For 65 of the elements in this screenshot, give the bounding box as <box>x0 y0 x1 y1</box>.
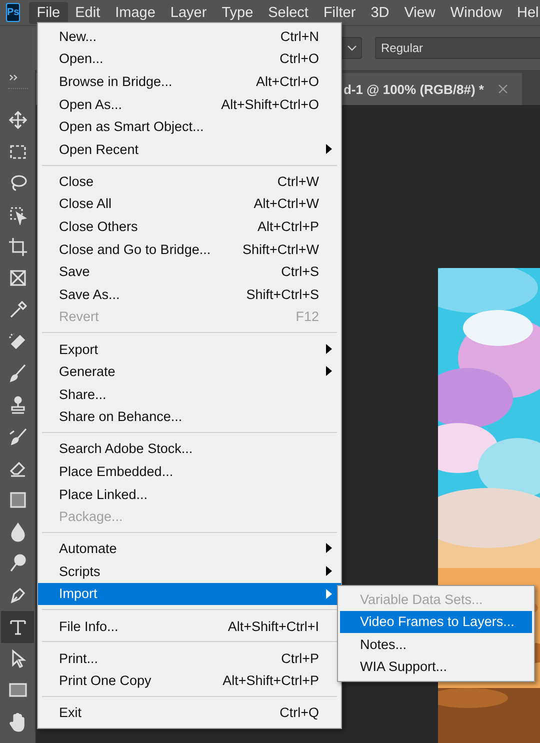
menu-item[interactable]: Save Ctrl+S <box>38 260 341 284</box>
menu-item[interactable]: WIA Support... <box>340 656 532 678</box>
move-icon <box>8 110 28 130</box>
submenu-arrow-icon <box>326 144 332 154</box>
menu-item[interactable]: Place Linked... <box>38 482 341 506</box>
dodge-icon <box>8 553 28 574</box>
gradient-icon <box>8 490 28 510</box>
eyedropper-icon <box>8 300 28 320</box>
menu-bar-item[interactable]: Select <box>260 2 316 24</box>
close-icon[interactable] <box>498 84 508 94</box>
menu-item[interactable]: File Info... Alt+Shift+Ctrl+I <box>38 614 341 638</box>
menu-item[interactable]: Automate <box>38 537 341 560</box>
menu-item[interactable]: Scripts <box>38 560 341 583</box>
menu-bar-item[interactable]: Image <box>108 2 163 24</box>
menu-bar-item[interactable]: Type <box>214 2 261 24</box>
menu-item[interactable]: Generate <box>38 360 341 383</box>
crop-icon <box>8 236 28 257</box>
menu-item[interactable]: Close and Go to Bridge... Shift+Ctrl+W <box>38 238 341 260</box>
submenu-arrow-icon <box>326 566 332 576</box>
menu-item[interactable]: Export <box>38 338 341 360</box>
menu-bar-item[interactable]: Hel <box>509 2 540 24</box>
app-logo[interactable]: Ps <box>6 3 20 22</box>
font-style-dropdown[interactable]: Regular <box>375 37 540 59</box>
menu-item[interactable]: Open... Ctrl+O <box>38 48 341 70</box>
menu-item[interactable]: Share... <box>38 382 341 406</box>
object-selection-icon <box>8 204 28 225</box>
submenu-arrow-icon <box>326 344 332 354</box>
menu-bar-item[interactable]: Edit <box>68 2 108 24</box>
collapse-icon[interactable] <box>9 74 18 81</box>
history-brush-icon <box>8 426 28 447</box>
dropdown-button[interactable] <box>342 37 362 59</box>
menu-item[interactable]: Video Frames to Layers... <box>340 610 532 633</box>
menu-item[interactable]: Import <box>38 582 341 606</box>
menu-bar-item[interactable]: Window <box>442 2 510 24</box>
menu-bar-item[interactable]: 3D <box>363 2 397 24</box>
menu-item[interactable]: Print One Copy Alt+Shift+Ctrl+P <box>38 669 341 692</box>
submenu-arrow-icon <box>326 588 332 599</box>
menu-item[interactable]: Close Ctrl+W <box>38 170 341 193</box>
menu-item[interactable]: Print... Ctrl+P <box>38 646 341 670</box>
brush-icon <box>8 363 28 384</box>
hand-icon <box>8 712 28 732</box>
chevron-down-icon <box>347 45 357 51</box>
menu-item[interactable]: Share on Behance... <box>38 406 341 428</box>
bandage-icon <box>8 332 28 352</box>
submenu-arrow-icon <box>326 366 332 376</box>
menu-item[interactable]: Open Recent <box>38 138 341 161</box>
menu-bar-item[interactable]: View <box>396 2 443 24</box>
submenu-arrow-icon <box>326 543 332 554</box>
menu-item[interactable]: Open As... Alt+Shift+Ctrl+O <box>38 92 341 116</box>
menu-item[interactable]: Close Others Alt+Ctrl+P <box>38 215 341 238</box>
menu-item[interactable]: Close All Alt+Ctrl+W <box>38 192 341 216</box>
menu-item[interactable]: Notes... <box>340 633 532 656</box>
menu-bar-item[interactable]: Filter <box>316 2 364 24</box>
frame-icon <box>8 268 28 288</box>
tab-title: d-1 @ 100% (RGB/8#) * <box>343 82 484 96</box>
tool-button[interactable] <box>1 611 34 643</box>
menu-bar-item[interactable]: File <box>29 2 68 24</box>
menu-item[interactable]: Search Adobe Stock... <box>38 438 341 460</box>
menu-item[interactable]: Place Embedded... <box>38 460 341 483</box>
menu-bar-item[interactable]: Layer <box>162 2 214 24</box>
menu-item[interactable]: Browse in Bridge... Alt+Ctrl+O <box>38 70 341 93</box>
menu-item[interactable]: New... Ctrl+N <box>38 25 341 48</box>
menu-item[interactable]: Exit Ctrl+Q <box>38 702 341 724</box>
menu-item[interactable]: Save As... Shift+Ctrl+S <box>38 283 341 306</box>
menu-item[interactable]: Open as Smart Object... <box>38 115 341 138</box>
